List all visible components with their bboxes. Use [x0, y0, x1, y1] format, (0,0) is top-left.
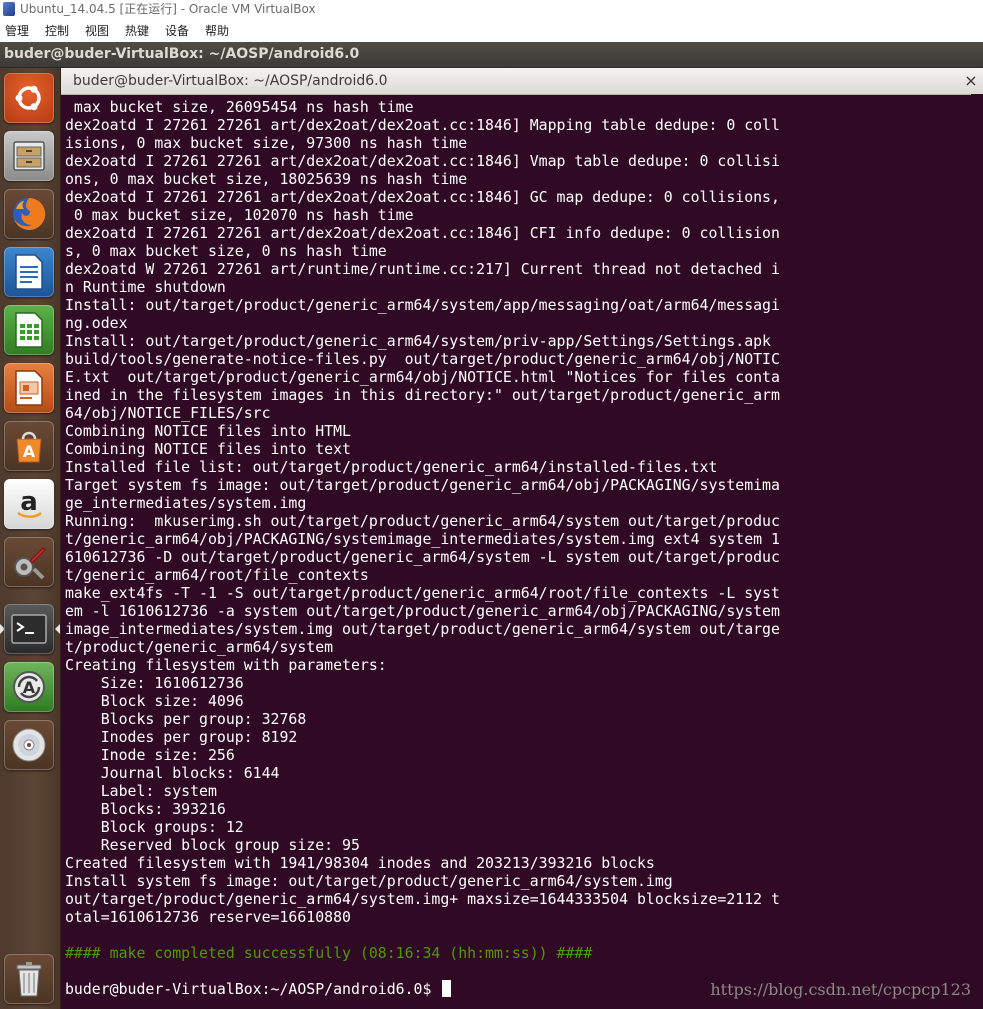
libreoffice-impress-icon[interactable] — [4, 363, 54, 413]
terminal-line: n Runtime shutdown — [65, 278, 226, 296]
firefox-icon[interactable] — [4, 189, 54, 239]
svg-text:A: A — [23, 678, 36, 697]
terminal-line: 0 max bucket size, 102070 ns hash time — [65, 206, 414, 224]
terminal-line: dex2oatd I 27261 27261 art/dex2oat/dex2o… — [65, 188, 780, 206]
amazon-icon[interactable]: a — [4, 479, 54, 529]
terminal-line: t/product/generic_arm64/system — [65, 638, 334, 656]
terminal-line: build/tools/generate-notice-files.py out… — [65, 350, 780, 368]
menu-view[interactable]: 视图 — [83, 20, 111, 42]
terminal-line: Install system fs image: out/target/prod… — [65, 872, 673, 890]
software-updater-icon[interactable]: A — [4, 662, 54, 712]
system-settings-icon[interactable] — [4, 537, 54, 587]
terminal-tab-title: buder@buder-VirtualBox: ~/AOSP/android6.… — [73, 73, 388, 89]
terminal-line: s, 0 max bucket size, 0 ns hash time — [65, 242, 387, 260]
vbox-window-title: Ubuntu_14.04.5 [正在运行] - Oracle VM Virtua… — [20, 2, 316, 16]
terminal-line: make_ext4fs -T -1 -S out/target/product/… — [65, 584, 780, 602]
terminal-line: t/generic_arm64/obj/PACKAGING/systemimag… — [65, 530, 780, 548]
terminal-line: Created filesystem with 1941/98304 inode… — [65, 854, 655, 872]
terminal-line: t/generic_arm64/root/file_contexts — [65, 566, 369, 584]
menu-devices[interactable]: 设备 — [163, 20, 191, 42]
terminal-line: Install: out/target/product/generic_arm6… — [65, 332, 771, 350]
shell-prompt: buder@buder-VirtualBox:~/AOSP/android6.0… — [65, 980, 795, 998]
terminal-line: otal=1610612736 reserve=16610880 — [65, 908, 351, 926]
terminal-line: 64/obj/NOTICE_FILES/src — [65, 404, 271, 422]
terminal-line: Journal blocks: 6144 — [65, 764, 280, 782]
dvd-icon[interactable] — [4, 720, 54, 770]
terminal-line: isions, 0 max bucket size, 97300 ns hash… — [65, 134, 468, 152]
terminal-line: Install: out/target/product/generic_arm6… — [65, 296, 780, 314]
terminal-line: dex2oatd I 27261 27261 art/dex2oat/dex2o… — [65, 152, 780, 170]
terminal-line: Block groups: 12 — [65, 818, 244, 836]
terminal-line: ined in the filesystem images in this di… — [65, 386, 780, 404]
terminal-line: Blocks: 393216 — [65, 800, 226, 818]
libreoffice-calc-icon[interactable] — [4, 305, 54, 355]
terminal-scrollbar[interactable] — [971, 94, 983, 1009]
terminal-line: Block size: 4096 — [65, 692, 244, 710]
ubuntu-dash-icon[interactable] — [4, 73, 54, 123]
terminal-line: em -l 1610612736 -a system out/target/pr… — [65, 602, 780, 620]
terminal-line: dex2oatd I 27261 27261 art/dex2oat/dex2o… — [65, 224, 780, 242]
virtualbox-icon — [3, 2, 15, 16]
terminal-line: dex2oatd W 27261 27261 art/runtime/runti… — [65, 260, 780, 278]
menu-hotkeys[interactable]: 热键 — [123, 20, 151, 42]
terminal-line: ng.odex — [65, 314, 128, 332]
terminal-line: max bucket size, 26095454 ns hash time — [65, 98, 414, 116]
close-icon[interactable]: × — [961, 71, 981, 91]
svg-text:A: A — [23, 442, 36, 461]
build-success-line: #### make completed successfully (08:16:… — [65, 944, 593, 962]
terminal-line: Combining NOTICE files into text — [65, 440, 351, 458]
focused-window-indicator — [55, 624, 60, 634]
terminal-line: 610612736 -D out/target/product/generic_… — [65, 548, 780, 566]
ubuntu-top-panel: buder@buder-VirtualBox: ~/AOSP/android6.… — [0, 42, 983, 68]
menu-help[interactable]: 帮助 — [203, 20, 231, 42]
terminal-line: Creating filesystem with parameters: — [65, 656, 387, 674]
terminal-window: buder@buder-VirtualBox: ~/AOSP/android6.… — [61, 68, 983, 1009]
terminal-line: E.txt out/target/product/generic_arm64/o… — [65, 368, 780, 386]
panel-window-title: buder@buder-VirtualBox: ~/AOSP/android6.… — [4, 46, 360, 62]
terminal-line: Label: system — [65, 782, 217, 800]
terminal-line: Size: 1610612736 — [65, 674, 244, 692]
terminal-line: Combining NOTICE files into HTML — [65, 422, 351, 440]
terminal-icon[interactable] — [4, 604, 54, 654]
terminal-line: Reserved block group size: 95 — [65, 836, 360, 854]
svg-text:a: a — [20, 487, 38, 517]
vbox-menubar: 管理 控制 视图 热键 设备 帮助 — [0, 20, 983, 42]
libreoffice-writer-icon[interactable] — [4, 247, 54, 297]
unity-launcher: A a A — [0, 68, 61, 1009]
software-center-icon[interactable]: A — [4, 421, 54, 471]
terminal-line: Blocks per group: 32768 — [65, 710, 307, 728]
text-cursor — [442, 980, 452, 997]
menu-control[interactable]: 控制 — [43, 20, 71, 42]
terminal-line: Inodes per group: 8192 — [65, 728, 298, 746]
terminal-line: ge_intermediates/system.img — [65, 494, 307, 512]
watermark: https://blog.csdn.net/cpcpcp123 — [710, 980, 971, 999]
terminal-line: image_intermediates/system.img out/targe… — [65, 620, 780, 638]
trash-icon[interactable] — [4, 954, 54, 1004]
files-icon[interactable] — [4, 131, 54, 181]
vbox-titlebar: Ubuntu_14.04.5 [正在运行] - Oracle VM Virtua… — [0, 0, 983, 20]
terminal-line: dex2oatd I 27261 27261 art/dex2oat/dex2o… — [65, 116, 780, 134]
terminal-line: Inode size: 256 — [65, 746, 235, 764]
terminal-line: Running: mkuserimg.sh out/target/product… — [65, 512, 780, 530]
terminal-line: Target system fs image: out/target/produ… — [65, 476, 780, 494]
menu-manage[interactable]: 管理 — [3, 20, 31, 42]
terminal-titlebar: buder@buder-VirtualBox: ~/AOSP/android6.… — [61, 68, 983, 95]
terminal-line: ons, 0 max bucket size, 18025639 ns hash… — [65, 170, 468, 188]
terminal-output[interactable]: max bucket size, 26095454 ns hash time de… — [65, 98, 795, 1008]
terminal-line: Installed file list: out/target/product/… — [65, 458, 718, 476]
terminal-line: out/target/product/generic_arm64/system.… — [65, 890, 780, 908]
